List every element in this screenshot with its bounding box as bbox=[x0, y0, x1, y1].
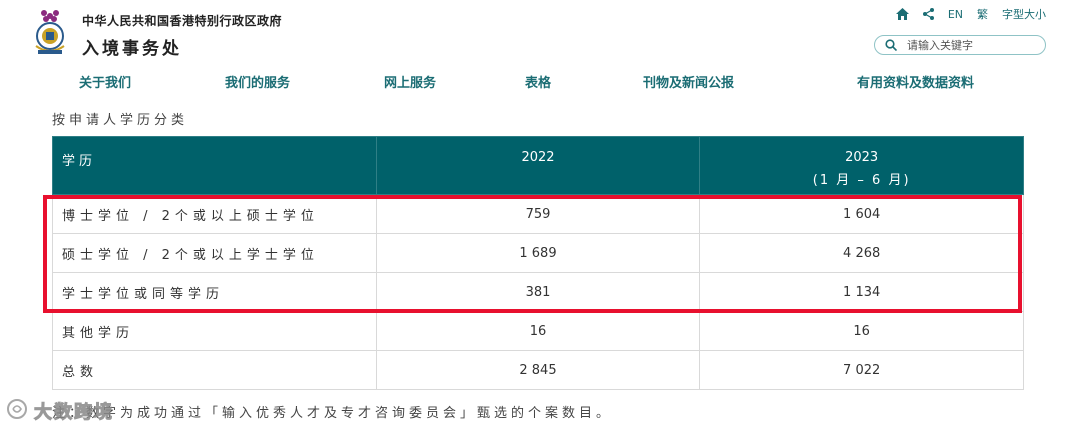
table-row: 其他学历 16 16 bbox=[52, 311, 1024, 351]
department-name: 入境事务处 bbox=[82, 39, 182, 59]
government-name: 中华人民共和国香港特别行政区政府 bbox=[82, 14, 283, 28]
top-toolbar: EN 繁 字型大小 bbox=[895, 6, 1046, 22]
red-highlight-box bbox=[43, 195, 1022, 313]
header-2022: 2022 bbox=[375, 136, 701, 195]
nav-our-services[interactable]: 我们的服务 bbox=[225, 72, 290, 91]
org-title-block: 中华人民共和国香港特别行政区政府 入境事务处 bbox=[82, 12, 282, 59]
table-row-total: 总数 2 845 7 022 bbox=[52, 350, 1024, 390]
nav-about-us[interactable]: 关于我们 bbox=[79, 72, 131, 91]
row-value-2022: 16 bbox=[375, 311, 701, 351]
watermark: 大数跨境 bbox=[6, 398, 114, 424]
row-value-2022: 2 845 bbox=[375, 350, 701, 390]
row-value-2023: 16 bbox=[699, 311, 1024, 351]
header-education: 学历 bbox=[52, 136, 377, 195]
search-box bbox=[874, 35, 1046, 55]
nav-publications-press[interactable]: 刊物及新闻公报 bbox=[643, 72, 734, 91]
home-icon[interactable] bbox=[895, 8, 909, 20]
search-input[interactable] bbox=[907, 38, 1027, 52]
traditional-chinese-link[interactable]: 繁 bbox=[977, 6, 988, 22]
watermark-text: 大数跨境 bbox=[34, 402, 114, 424]
share-icon[interactable] bbox=[922, 8, 934, 20]
main-nav: 关于我们 我们的服务 网上服务 表格 刊物及新闻公报 有用资料及数据资料 bbox=[0, 72, 1080, 94]
row-category: 总数 bbox=[52, 350, 377, 390]
search-icon[interactable] bbox=[885, 36, 898, 55]
hk-immigration-emblem-logo[interactable] bbox=[30, 6, 70, 56]
header-2023: 2023 (1 月 – 6 月) bbox=[699, 136, 1024, 195]
font-size-link[interactable]: 字型大小 bbox=[1002, 6, 1046, 22]
table-header-row: 学历 2022 2023 (1 月 – 6 月) bbox=[52, 136, 1024, 195]
header-2023-year: 2023 bbox=[845, 150, 879, 165]
footnote: 注：数字为成功通过「输入优秀人才及专才咨询委员会」甄选的个案数目。 bbox=[52, 406, 614, 421]
nav-useful-info-statistics[interactable]: 有用资料及数据资料 bbox=[857, 72, 974, 91]
header-2023-period: (1 月 – 6 月) bbox=[812, 173, 911, 188]
nav-forms[interactable]: 表格 bbox=[525, 72, 551, 91]
section-title: 按申请人学历分类 bbox=[52, 113, 189, 128]
language-en-link[interactable]: EN bbox=[948, 8, 963, 21]
row-value-2023: 7 022 bbox=[699, 350, 1024, 390]
row-category: 其他学历 bbox=[52, 311, 377, 351]
site-header: 中华人民共和国香港特别行政区政府 入境事务处 EN 繁 字型大小 bbox=[0, 0, 1080, 64]
nav-online-services[interactable]: 网上服务 bbox=[384, 72, 436, 91]
watermark-logo-icon bbox=[6, 398, 28, 424]
